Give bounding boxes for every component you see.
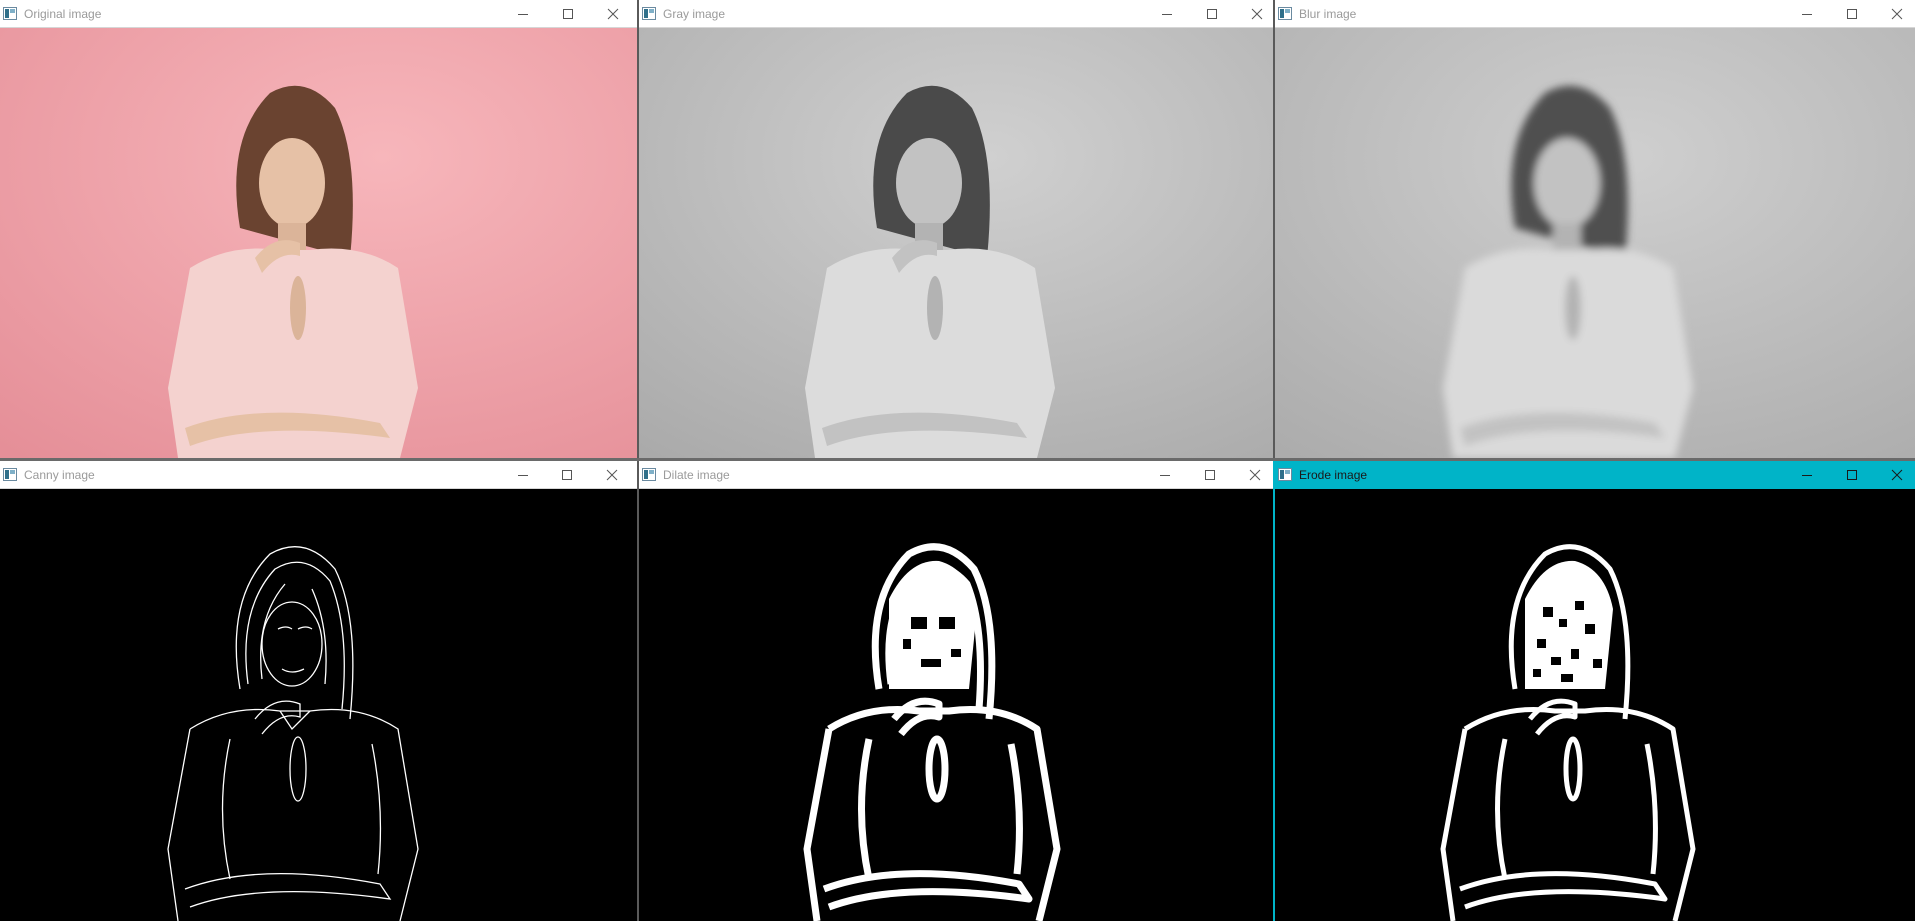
close-icon[interactable] <box>602 465 622 485</box>
maximize-icon[interactable] <box>1202 4 1222 24</box>
close-icon[interactable] <box>1247 4 1267 24</box>
window-original[interactable]: Original image <box>0 0 637 458</box>
window-title: Dilate image <box>663 468 730 482</box>
maximize-icon[interactable] <box>558 4 578 24</box>
image-canvas <box>0 28 637 458</box>
window-dilate[interactable]: Dilate image <box>639 461 1273 921</box>
window-title: Canny image <box>24 468 95 482</box>
close-icon[interactable] <box>1245 465 1265 485</box>
title-bar[interactable]: Erode image <box>1275 461 1915 489</box>
window-erode[interactable]: Erode image <box>1275 461 1915 921</box>
window-title: Gray image <box>663 7 726 21</box>
close-icon[interactable] <box>1887 465 1907 485</box>
title-bar[interactable]: Gray image <box>639 0 1273 28</box>
window-border <box>1273 0 1275 458</box>
app-icon <box>1278 468 1292 481</box>
window-blur[interactable]: Blur image <box>1275 0 1915 458</box>
app-icon <box>3 7 17 20</box>
window-border <box>637 0 639 458</box>
image-canvas <box>0 489 637 921</box>
maximize-icon[interactable] <box>1842 4 1862 24</box>
minimize-icon[interactable] <box>1797 465 1817 485</box>
image-canvas <box>1275 28 1915 458</box>
app-icon <box>3 468 17 481</box>
minimize-icon[interactable] <box>1797 4 1817 24</box>
image-canvas <box>639 489 1273 921</box>
minimize-icon[interactable] <box>1157 4 1177 24</box>
minimize-icon[interactable] <box>513 465 533 485</box>
image-canvas <box>639 28 1273 458</box>
window-gray[interactable]: Gray image <box>639 0 1273 458</box>
title-bar[interactable]: Canny image <box>0 461 637 489</box>
title-bar[interactable]: Original image <box>0 0 637 28</box>
title-bar[interactable]: Blur image <box>1275 0 1915 28</box>
window-border <box>1273 461 1275 921</box>
close-icon[interactable] <box>1887 4 1907 24</box>
app-icon <box>642 468 656 481</box>
edge-fill <box>889 560 977 689</box>
app-icon <box>642 7 656 20</box>
minimize-icon[interactable] <box>513 4 533 24</box>
minimize-icon[interactable] <box>1155 465 1175 485</box>
app-icon <box>1278 7 1292 20</box>
window-border <box>637 461 639 921</box>
maximize-icon[interactable] <box>1842 465 1862 485</box>
maximize-icon[interactable] <box>1200 465 1220 485</box>
window-title: Original image <box>24 7 102 21</box>
image-canvas <box>1275 489 1915 921</box>
window-title: Erode image <box>1299 468 1368 482</box>
window-title: Blur image <box>1299 7 1357 21</box>
close-icon[interactable] <box>603 4 623 24</box>
window-canny[interactable]: Canny image <box>0 461 637 921</box>
title-bar[interactable]: Dilate image <box>639 461 1273 489</box>
maximize-icon[interactable] <box>557 465 577 485</box>
